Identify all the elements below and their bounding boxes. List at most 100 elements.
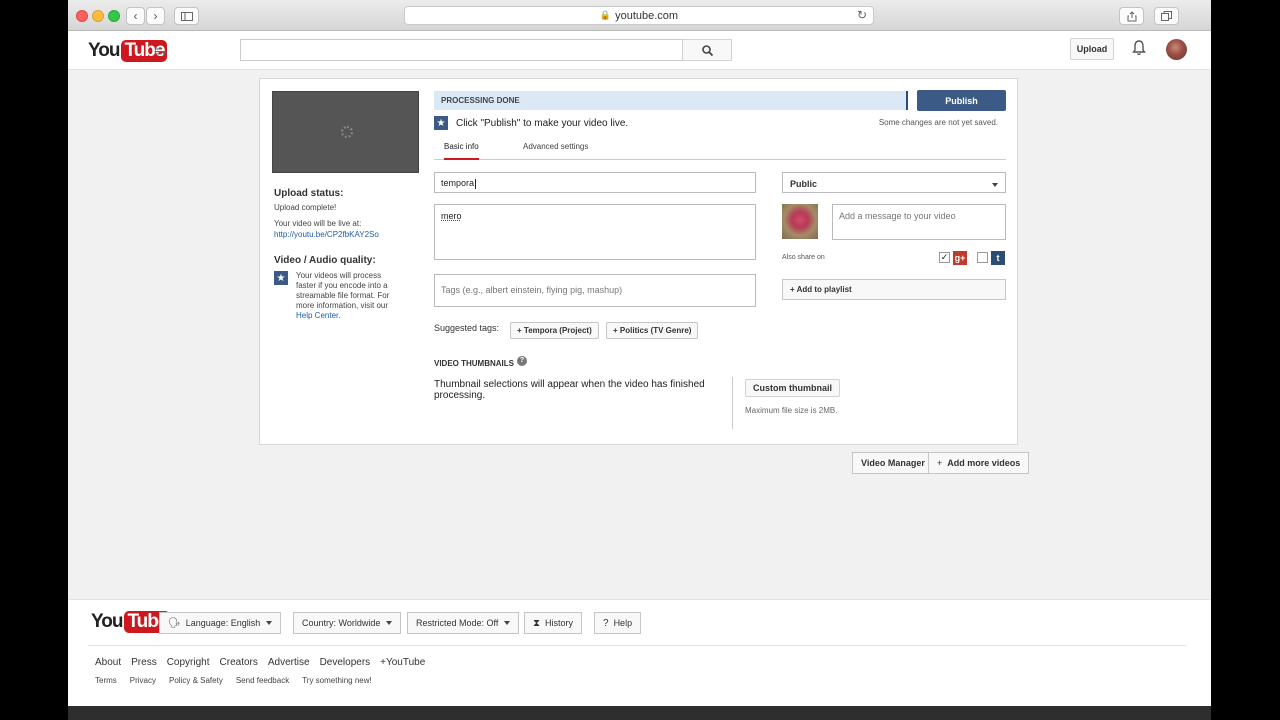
footer-link-copyright[interactable]: Copyright xyxy=(167,657,210,668)
history-label: History xyxy=(545,618,574,628)
footer-link-privacy[interactable]: Privacy xyxy=(130,676,156,685)
close-window-button[interactable] xyxy=(76,10,88,22)
upload-button[interactable]: Upload xyxy=(1070,38,1114,60)
logo-you-text: You xyxy=(88,40,121,61)
footer-link-try-something-new[interactable]: Try something new! xyxy=(302,676,372,685)
account-avatar[interactable] xyxy=(1166,39,1187,60)
footer-link-about[interactable]: About xyxy=(95,657,121,668)
bottom-strip xyxy=(68,706,1211,720)
address-bar[interactable]: 🔒 youtube.com ↻ xyxy=(404,6,874,25)
quality-text-3: streamable file format. For xyxy=(296,291,390,300)
share-message-field[interactable]: Add a message to your video xyxy=(832,204,1006,240)
description-field[interactable]: mero xyxy=(434,204,756,260)
help-center-link[interactable]: Help Center. xyxy=(296,311,389,321)
footer-link-advertise[interactable]: Advertise xyxy=(268,657,310,668)
twitter-checkbox[interactable] xyxy=(977,252,988,263)
video-link[interactable]: http://youtu.be/CP2fbKAY2So xyxy=(274,230,379,239)
suggested-tags-label: Suggested tags: xyxy=(434,323,500,333)
privacy-select[interactable]: Public xyxy=(782,172,1006,193)
custom-thumbnail-button[interactable]: Custom thumbnail xyxy=(745,379,840,397)
video-manager-button[interactable]: Video Manager xyxy=(852,452,934,474)
language-picker[interactable]: 🗣 Language: English xyxy=(159,612,282,634)
help-icon[interactable]: ? xyxy=(517,355,527,366)
twitter-icon: t xyxy=(991,251,1005,265)
share-button[interactable] xyxy=(1119,7,1144,25)
tabs-icon xyxy=(1161,11,1172,21)
footer-link-developers[interactable]: Developers xyxy=(320,657,371,668)
chevron-down-icon xyxy=(386,621,393,625)
video-thumbnails-heading: VIDEO THUMBNAILS ? xyxy=(434,355,527,368)
back-button[interactable]: ‹ xyxy=(126,7,145,25)
address-url: youtube.com xyxy=(615,9,679,22)
star-icon: ★ xyxy=(434,116,448,130)
google-plus-checkbox[interactable]: ✓ xyxy=(939,252,950,263)
browser-toolbar: ‹ › 🔒 youtube.com ↻ xyxy=(68,0,1211,31)
tabs-overview-button[interactable] xyxy=(1154,7,1179,25)
title-field[interactable]: tempora xyxy=(434,172,756,193)
add-to-playlist-button[interactable]: + Add to playlist xyxy=(782,279,1006,300)
share-icon xyxy=(1127,10,1136,21)
footer-link-press[interactable]: Press xyxy=(131,657,157,668)
footer-link-plus-youtube[interactable]: +YouTube xyxy=(380,657,425,668)
country-label: Country: Worldwide xyxy=(302,618,381,628)
help-icon: ? xyxy=(603,617,609,629)
chevron-down-icon xyxy=(504,621,511,625)
google-plus-icon: g+ xyxy=(953,251,967,265)
upload-status-heading: Upload status: xyxy=(274,188,344,199)
chevron-down-icon xyxy=(266,621,273,625)
footer-divider xyxy=(88,645,1186,646)
video-thumbnails-heading-text: VIDEO THUMBNAILS xyxy=(434,359,514,368)
chevron-left-icon: ‹ xyxy=(133,9,138,23)
description-value: mero xyxy=(441,211,462,221)
hourglass-icon: ⧗ xyxy=(533,617,541,629)
tab-advanced-settings[interactable]: Advanced settings xyxy=(523,142,588,160)
thumbnails-info-text: Thumbnail selections will appear when th… xyxy=(434,379,705,401)
publish-hint: ★ Click "Publish" to make your video liv… xyxy=(434,116,628,130)
tags-field[interactable]: Tags (e.g., albert einstein, flying pig,… xyxy=(434,274,756,307)
footer-secondary-links: Terms Privacy Policy & Safety Send feedb… xyxy=(95,676,385,685)
logo-you-text: You xyxy=(91,611,124,632)
sidebar-icon xyxy=(180,11,193,21)
add-more-videos-button[interactable]: + Add more videos xyxy=(928,452,1030,474)
thumbnails-divider xyxy=(732,377,733,429)
title-value: tempora xyxy=(441,178,475,188)
tab-basic-info[interactable]: Basic info xyxy=(444,142,479,160)
settings-tabs: Basic info Advanced settings xyxy=(434,139,1006,160)
language-label: Language: English xyxy=(185,618,261,628)
suggested-tag-button[interactable]: + Politics (TV Genre) xyxy=(606,322,699,339)
quality-info: ★ Your videos will process faster if you… xyxy=(274,271,389,321)
minimize-window-button[interactable] xyxy=(92,10,104,22)
search-button[interactable] xyxy=(682,39,732,61)
restricted-mode-picker[interactable]: Restricted Mode: Off xyxy=(407,612,520,634)
also-share-row: Also share on ✓ g+ t xyxy=(782,251,1007,267)
also-share-label: Also share on xyxy=(782,254,825,261)
footer-link-creators[interactable]: Creators xyxy=(220,657,258,668)
footer-link-policy-safety[interactable]: Policy & Safety xyxy=(169,676,223,685)
reload-icon[interactable]: ↻ xyxy=(857,8,867,22)
footer: You Tube 🗣 Language: English Country: Wor… xyxy=(68,599,1211,706)
unsaved-changes-text: Some changes are not yet saved. xyxy=(878,118,998,127)
youtube-header: You Tube ≡▾ Upload xyxy=(68,31,1211,70)
video-thumbnail-preview xyxy=(272,91,419,173)
quality-text-2: faster if you encode into a xyxy=(296,281,388,290)
publish-hint-text: Click "Publish" to make your video live. xyxy=(456,117,629,129)
search-input[interactable] xyxy=(240,39,683,61)
search-icon xyxy=(701,44,713,56)
publish-button[interactable]: Publish xyxy=(917,90,1006,111)
sidebar-toggle-button[interactable] xyxy=(174,7,199,25)
live-at-text: Your video will be live at: xyxy=(274,219,362,228)
maximize-window-button[interactable] xyxy=(108,10,120,22)
channel-avatar xyxy=(782,204,818,239)
footer-link-send-feedback[interactable]: Send feedback xyxy=(236,676,289,685)
notifications-bell-icon[interactable] xyxy=(1132,40,1146,61)
help-button[interactable]: ? Help xyxy=(594,612,642,634)
forward-button[interactable]: › xyxy=(146,7,165,25)
history-button[interactable]: ⧗ History xyxy=(524,612,583,634)
upload-details-card: Upload status: Upload complete! Your vid… xyxy=(259,78,1018,445)
suggested-tag-button[interactable]: + Tempora (Project) xyxy=(510,322,599,339)
processing-status-bar: PROCESSING DONE xyxy=(434,91,908,110)
lock-icon: 🔒 xyxy=(599,10,612,20)
footer-link-terms[interactable]: Terms xyxy=(95,676,117,685)
guide-menu-icon[interactable]: ≡▾ xyxy=(154,43,166,59)
country-picker[interactable]: Country: Worldwide xyxy=(293,612,402,634)
